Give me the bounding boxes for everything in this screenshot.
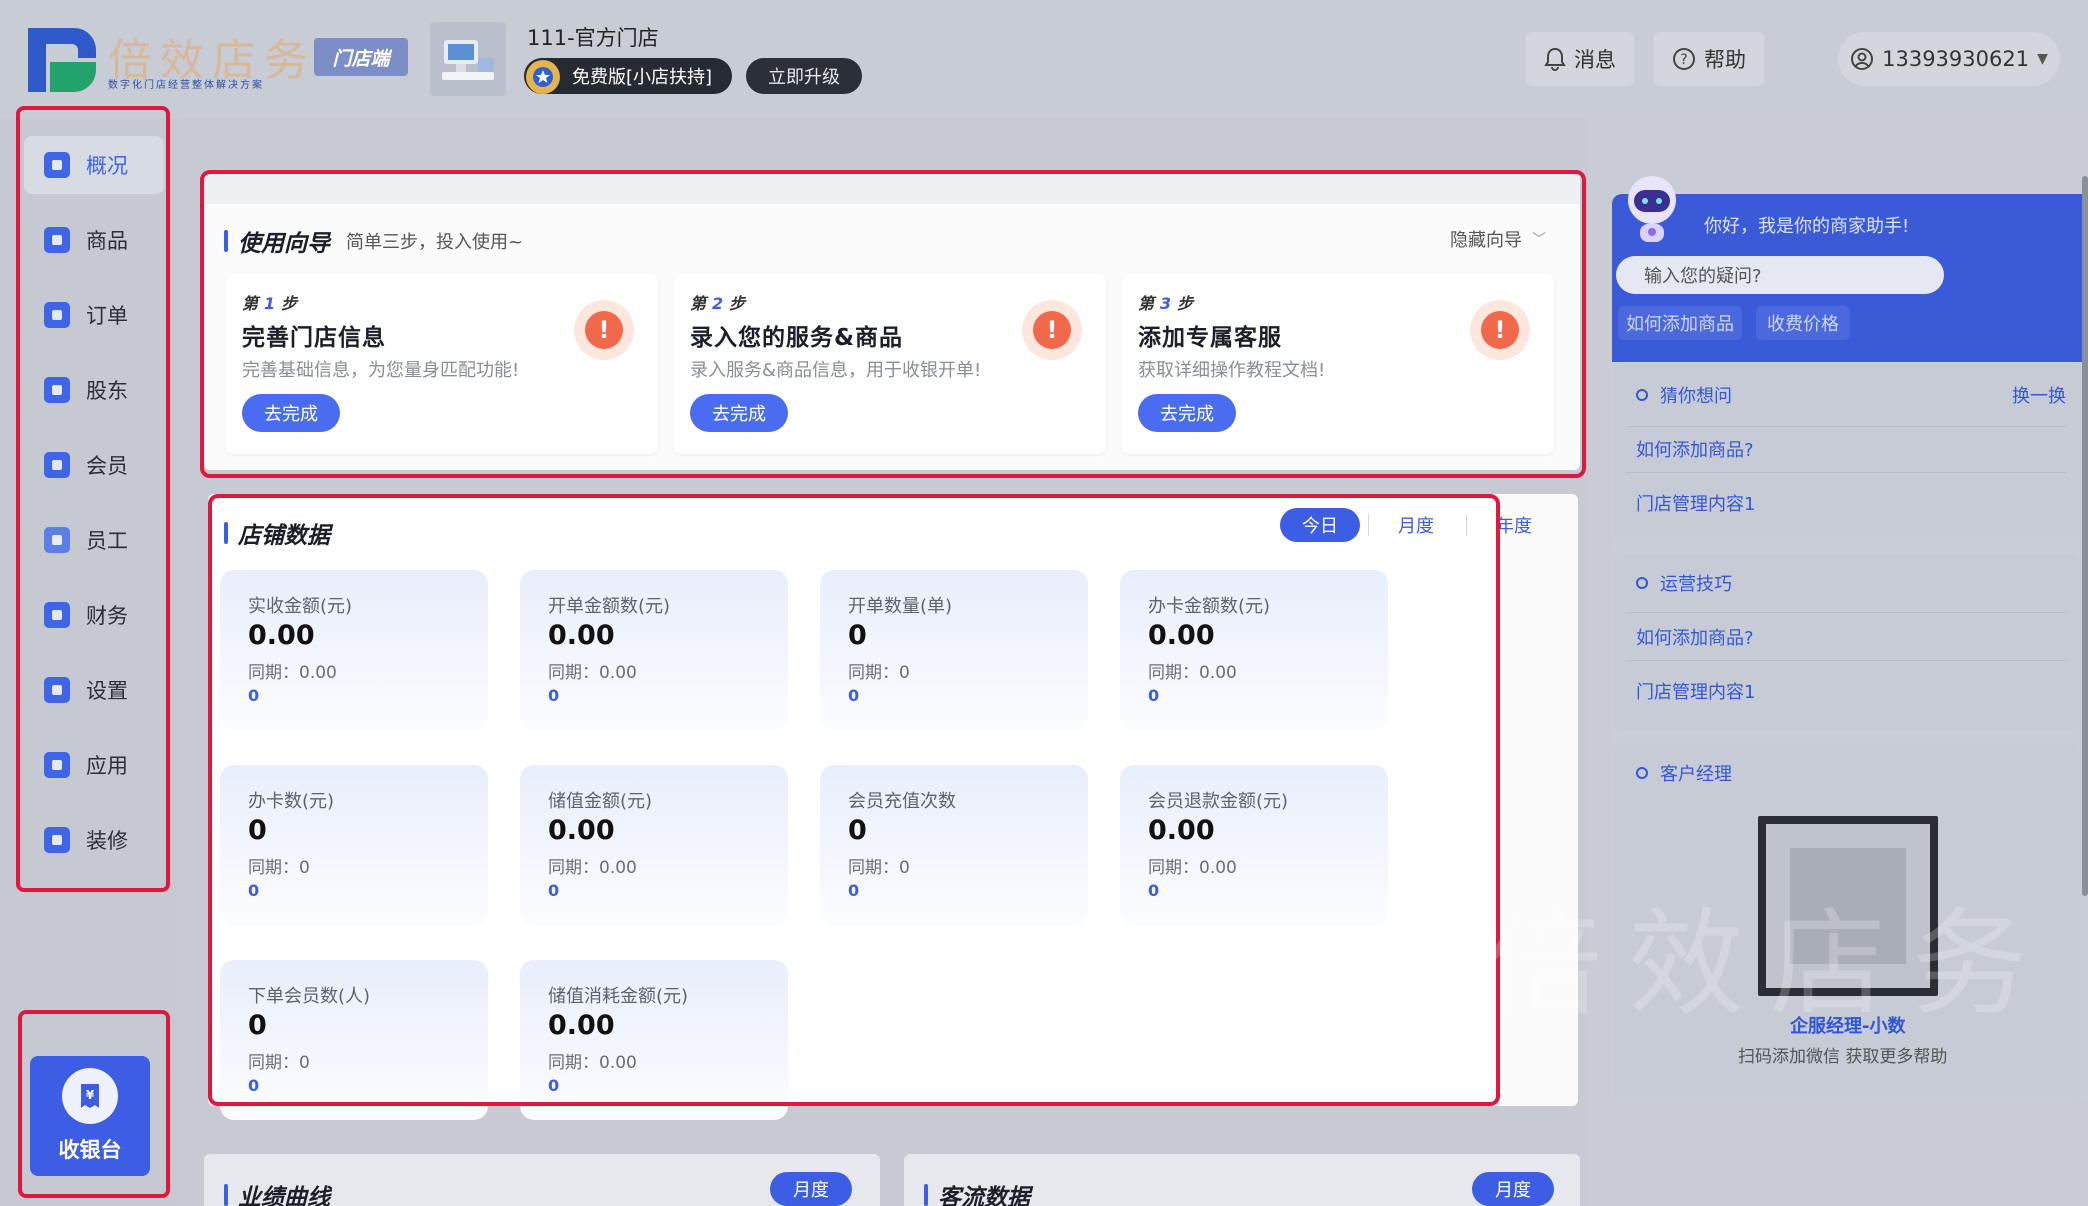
- tips-title: 运营技巧: [1660, 574, 1732, 595]
- tips-heading: 运营技巧: [1636, 570, 1732, 596]
- traffic-month-tab[interactable]: 月度: [1472, 1172, 1554, 1206]
- performance-heading: 业绩曲线: [224, 1178, 330, 1206]
- store-name: 111-官方门店: [527, 26, 659, 50]
- chevron-down-icon: ▼: [2037, 51, 2048, 67]
- refresh-questions-button[interactable]: 换一换: [2012, 382, 2066, 408]
- assistant-greeting: 你好，我是你的商家助手!: [1704, 216, 1910, 237]
- upgrade-button[interactable]: 立即升级: [746, 58, 862, 94]
- performance-title: 业绩曲线: [238, 1185, 330, 1206]
- robot-avatar-icon: [1628, 176, 1676, 242]
- help-label: 帮助: [1704, 48, 1746, 72]
- user-menu[interactable]: 13393930621 ▼: [1838, 32, 2060, 86]
- assistant-chip-add-goods[interactable]: 如何添加商品: [1618, 306, 1742, 340]
- divider: [1626, 660, 2066, 661]
- traffic-heading: 客流数据: [924, 1178, 1030, 1206]
- tips-question-1[interactable]: 如何添加商品?: [1636, 624, 1754, 650]
- terminal-tag: 门店端: [314, 38, 408, 76]
- brand-watermark: 倍效店务: [1486, 897, 2054, 1032]
- assistant-chip-pricing[interactable]: 收费价格: [1756, 306, 1850, 340]
- ring-bullet-icon: [1636, 389, 1648, 401]
- help-circle-icon: ?: [1673, 48, 1695, 70]
- svg-text:?: ?: [1680, 52, 1687, 68]
- help-button[interactable]: ? 帮助: [1654, 32, 1764, 86]
- plan-crown-icon: [526, 60, 560, 94]
- guess-title: 猜你想问: [1660, 386, 1732, 407]
- brand-logo-icon: [28, 28, 96, 92]
- store-data-highlight-box: [208, 494, 1500, 1106]
- traffic-title: 客流数据: [938, 1185, 1030, 1206]
- store-illustration-icon: [442, 40, 494, 80]
- ring-bullet-icon: [1636, 767, 1648, 779]
- performance-title-bar: [224, 1184, 228, 1206]
- cashier-highlight-box: [18, 1010, 170, 1198]
- bell-icon: [1544, 47, 1566, 71]
- user-phone: 13393930621: [1882, 47, 2030, 71]
- traffic-title-bar: [924, 1184, 928, 1206]
- manager-desc: 扫码添加微信 获取更多帮助: [1738, 1047, 1948, 1067]
- guess-question-1[interactable]: 如何添加商品?: [1636, 436, 1754, 462]
- guess-question-2[interactable]: 门店管理内容1: [1636, 490, 1755, 516]
- page-scrollbar[interactable]: [2082, 176, 2088, 896]
- guess-heading: 猜你想问: [1636, 382, 1732, 408]
- messages-label: 消息: [1574, 48, 1616, 72]
- tips-question-2[interactable]: 门店管理内容1: [1636, 678, 1755, 704]
- ring-bullet-icon: [1636, 577, 1648, 589]
- divider: [1626, 612, 2066, 613]
- assistant-search-input[interactable]: 输入您的疑问?: [1616, 256, 1944, 294]
- store-avatar[interactable]: [430, 22, 506, 96]
- manager-heading: 客户经理: [1636, 760, 1732, 786]
- performance-month-tab[interactable]: 月度: [770, 1172, 852, 1206]
- messages-button[interactable]: 消息: [1526, 32, 1634, 86]
- manager-title: 客户经理: [1660, 764, 1732, 785]
- guide-highlight-box: [200, 170, 1586, 478]
- sidebar-highlight-box: [16, 106, 170, 892]
- divider: [1626, 426, 2066, 427]
- divider: [1626, 472, 2066, 473]
- brand-tagline: 数字化门店经营整体解决方案: [108, 80, 264, 91]
- user-icon: [1851, 48, 1874, 70]
